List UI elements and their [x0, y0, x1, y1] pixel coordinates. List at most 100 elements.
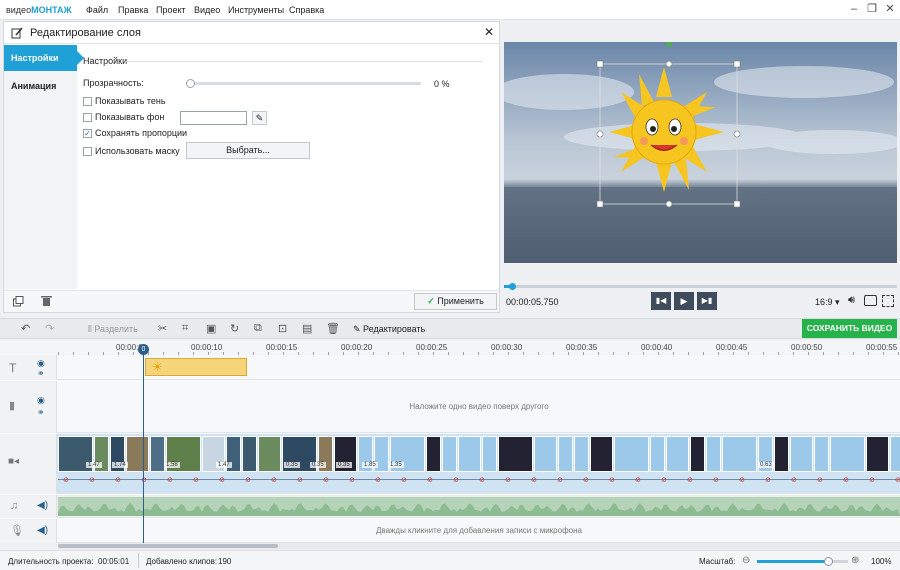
close-window-icon[interactable]: ✕	[882, 2, 898, 16]
video-clip[interactable]	[150, 436, 165, 472]
video-clip[interactable]	[690, 436, 705, 472]
rotate-icon[interactable]: ↻	[230, 322, 239, 335]
delete-icon[interactable]	[41, 295, 52, 307]
video-clip[interactable]	[126, 436, 149, 472]
speed-icon[interactable]: ⧉	[254, 322, 262, 335]
play-icon[interactable]: ▶	[674, 292, 694, 310]
sticker-clip[interactable]: ☀	[145, 358, 247, 376]
video-clip[interactable]	[498, 436, 533, 472]
save-video-button[interactable]: СОХРАНИТЬ ВИДЕО	[802, 319, 897, 338]
link-icon[interactable]: ⚭	[37, 368, 45, 379]
crop-icon[interactable]: ⌗	[182, 322, 188, 335]
video-clip[interactable]	[706, 436, 721, 472]
frame-icon[interactable]: ▣	[206, 322, 216, 335]
duplicate-icon[interactable]	[13, 296, 24, 307]
zoom-out-icon[interactable]: ⊖	[742, 555, 750, 566]
transition-marker[interactable]: ⊘	[739, 476, 745, 484]
transition-marker[interactable]: ⊘	[89, 476, 95, 484]
timeline-ruler[interactable]: 00:00:0 00:00:10 00:00:15 00:00:20 00:00:25 0…	[58, 340, 900, 355]
tab-settings[interactable]: Настройки	[4, 45, 84, 71]
menu-help[interactable]: Справка	[289, 5, 324, 15]
speaker-icon[interactable]: ◀)	[37, 500, 48, 511]
video-clip[interactable]	[666, 436, 689, 472]
transition-marker[interactable]: ⊘	[765, 476, 771, 484]
transition-marker[interactable]: ⊘	[115, 476, 121, 484]
transition-marker[interactable]: ⊘	[817, 476, 823, 484]
video-clip[interactable]	[574, 436, 589, 472]
overlay-lane[interactable]: ▮ ◉ ⚭ Наложите одно видео поверх другого	[0, 381, 900, 433]
menu-file[interactable]: Файл	[86, 5, 108, 15]
transition-marker[interactable]: ⊘	[531, 476, 537, 484]
eye-icon[interactable]: ◉	[37, 395, 45, 406]
transition-marker[interactable]: ⊘	[219, 476, 225, 484]
video-clip[interactable]	[590, 436, 613, 472]
menu-project[interactable]: Проект	[156, 5, 186, 15]
transition-marker[interactable]: ⊘	[661, 476, 667, 484]
audio-waveform[interactable]	[58, 497, 900, 516]
video-clip[interactable]	[482, 436, 497, 472]
zoom-handle[interactable]	[823, 557, 833, 566]
stabilize-icon[interactable]: ⊡	[278, 322, 287, 335]
transition-marker[interactable]: ⊘	[323, 476, 329, 484]
transition-marker[interactable]: ⊘	[427, 476, 433, 484]
video-clip[interactable]	[442, 436, 457, 472]
mic-lane[interactable]: 🎙︎ ◀) Дважды кликните для добавления зап…	[0, 519, 900, 543]
transition-markers[interactable]: ⊘⊘⊘⊘⊘⊘⊘⊘⊘⊘⊘⊘⊘⊘⊘⊘⊘⊘⊘⊘⊘⊘⊘⊘⊘⊘⊘⊘⊘⊘⊘⊘⊘	[58, 475, 900, 485]
transition-marker[interactable]: ⊘	[271, 476, 277, 484]
video-clip[interactable]	[534, 436, 557, 472]
video-preview[interactable]	[504, 42, 897, 263]
transition-marker[interactable]: ⊘	[635, 476, 641, 484]
show-background-checkbox[interactable]: Показывать фон	[83, 112, 164, 123]
fullscreen-icon[interactable]	[882, 295, 894, 307]
transition-marker[interactable]: ⊘	[479, 476, 485, 484]
tab-animation[interactable]: Анимация	[4, 73, 77, 99]
transition-marker[interactable]: ⊘	[453, 476, 459, 484]
video-clip[interactable]	[258, 436, 281, 472]
choose-mask-button[interactable]: Выбрать...	[186, 142, 310, 159]
timeline-scrollbar[interactable]	[58, 543, 900, 549]
video-clip[interactable]	[790, 436, 813, 472]
transition-marker[interactable]: ⊘	[505, 476, 511, 484]
transition-marker[interactable]: ⊘	[687, 476, 693, 484]
transition-marker[interactable]: ⊘	[713, 476, 719, 484]
split-button[interactable]: ⫴ Разделить	[88, 324, 138, 335]
restore-icon[interactable]: ❐	[864, 2, 880, 16]
transition-marker[interactable]: ⊘	[401, 476, 407, 484]
progress-handle[interactable]	[508, 283, 516, 290]
menu-edit[interactable]: Правка	[118, 5, 148, 15]
transition-marker[interactable]: ⊘	[843, 476, 849, 484]
prev-frame-icon[interactable]: ▮◀	[651, 292, 671, 310]
eyedropper-icon[interactable]: ✎	[252, 111, 267, 125]
transition-marker[interactable]: ⊘	[609, 476, 615, 484]
music-lane[interactable]: ♫ ◀)	[0, 495, 900, 518]
zoom-slider[interactable]	[757, 557, 848, 566]
transition-marker[interactable]: ⊘	[297, 476, 303, 484]
link-icon[interactable]: ⚭	[37, 407, 45, 418]
video-clip[interactable]	[426, 436, 441, 472]
video-clip[interactable]	[650, 436, 665, 472]
snapshot-icon[interactable]	[864, 295, 877, 306]
aspect-ratio-select[interactable]: 16:9 ▾	[815, 297, 840, 308]
video-clip[interactable]	[242, 436, 257, 472]
video-clip[interactable]	[558, 436, 573, 472]
transition-marker[interactable]: ⊘	[63, 476, 69, 484]
transition-marker[interactable]: ⊘	[869, 476, 875, 484]
next-frame-icon[interactable]: ▶▮	[697, 292, 717, 310]
scrollbar-thumb[interactable]	[58, 544, 278, 548]
transition-marker[interactable]: ⊘	[583, 476, 589, 484]
minimize-icon[interactable]: –	[846, 2, 862, 16]
menu-tools[interactable]: Инструменты	[228, 5, 284, 15]
apply-button[interactable]: ✓ Применить	[414, 293, 497, 310]
show-shadow-checkbox[interactable]: Показывать тень	[83, 96, 166, 107]
video-clip[interactable]	[890, 436, 900, 472]
speaker-icon[interactable]: ◀)	[37, 525, 48, 536]
volume-icon[interactable]: 🔊︎	[848, 294, 855, 307]
video-clip[interactable]	[830, 436, 865, 472]
transition-marker[interactable]: ⊘	[245, 476, 251, 484]
transition-marker[interactable]: ⊘	[349, 476, 355, 484]
video-clip[interactable]	[458, 436, 481, 472]
transition-marker[interactable]: ⊘	[375, 476, 381, 484]
cut-icon[interactable]: ✂	[158, 322, 167, 335]
opacity-slider-handle[interactable]	[186, 79, 195, 88]
background-color-field[interactable]	[180, 111, 247, 125]
